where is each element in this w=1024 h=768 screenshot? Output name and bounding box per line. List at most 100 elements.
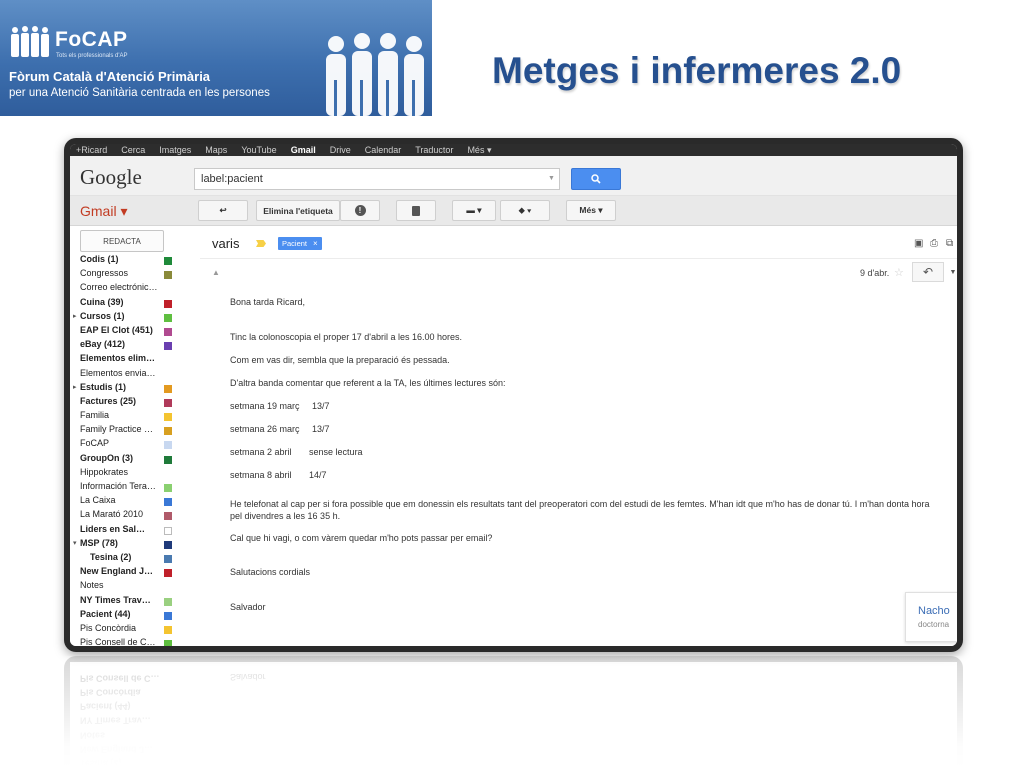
label-color-swatch[interactable] <box>164 327 172 336</box>
topbar-link[interactable]: Drive <box>330 145 351 155</box>
more-actions-button[interactable]: Més ▾ <box>566 200 616 221</box>
label-name: New England J… <box>80 566 154 577</box>
label-name: GroupOn (3) <box>80 452 133 463</box>
label-name: Factures (25) <box>80 395 137 406</box>
gmail-app-menu[interactable]: Gmail ▾ <box>80 203 127 220</box>
labels-button[interactable]: ⬥ ▾ <box>500 200 550 221</box>
label-color-swatch[interactable] <box>164 427 172 436</box>
star-icon[interactable]: ☆ <box>894 266 904 279</box>
important-marker-icon[interactable] <box>256 240 266 247</box>
label-color-swatch[interactable] <box>164 554 172 563</box>
delete-button[interactable] <box>396 200 436 221</box>
reply-button[interactable]: ↶ <box>912 262 944 282</box>
slide-title: Metges i infermeres 2.0 <box>492 50 902 91</box>
sidebar-label-item[interactable]: Congressos <box>70 268 190 282</box>
label-color-swatch[interactable] <box>164 342 172 351</box>
sidebar-label-item[interactable]: Tesina (2) <box>70 552 190 566</box>
chat-popup[interactable]: Nacho doctorna <box>905 592 957 642</box>
message-line: Com em vas dir, sembla que la preparació… <box>230 355 450 365</box>
expand-arrow-icon[interactable]: ▾ <box>73 539 77 547</box>
sidebar-label-item[interactable]: La Caixa <box>70 495 190 509</box>
topbar-link[interactable]: Calendar <box>365 145 402 155</box>
sidebar-label-item[interactable]: Hippokrates <box>70 467 190 481</box>
label-color-swatch[interactable] <box>164 540 172 549</box>
label-color-swatch[interactable] <box>164 597 172 606</box>
label-color-swatch[interactable] <box>164 640 172 646</box>
topbar-link[interactable]: Maps <box>205 145 227 155</box>
label-color-swatch[interactable] <box>164 299 172 308</box>
label-color-swatch[interactable] <box>164 512 172 521</box>
label-color-swatch[interactable] <box>164 271 172 280</box>
sidebar-label-item[interactable]: La Marató 2010 <box>70 509 190 523</box>
sidebar-label-item[interactable]: Codis (1) <box>70 254 190 268</box>
chat-contact-name: Nacho <box>918 605 950 617</box>
sidebar-label-item[interactable]: Liders en Sal… <box>70 524 190 538</box>
remove-label-button[interactable]: Elimina l'etiqueta <box>256 200 340 221</box>
label-color-swatch[interactable] <box>164 384 172 393</box>
label-color-swatch[interactable] <box>164 313 172 322</box>
reflection-screen: Tesina (2) New England J… Notes NY Times Tr… <box>70 662 957 768</box>
search-input[interactable] <box>194 168 560 190</box>
topbar-link[interactable]: Cerca <box>121 145 145 155</box>
topbar-link[interactable]: +Ricard <box>76 145 107 155</box>
sidebar-label-item[interactable]: FoCAP <box>70 438 190 452</box>
label-color-swatch[interactable] <box>164 257 172 265</box>
expand-arrow-icon[interactable]: ▸ <box>73 383 77 391</box>
sidebar-label-item[interactable]: Elementos elim… <box>70 353 190 367</box>
sidebar-label-item[interactable]: Pacient (44) <box>70 609 190 623</box>
sidebar-label-item[interactable]: Factures (25) <box>70 396 190 410</box>
label-color-swatch[interactable] <box>164 441 172 450</box>
sidebar-label-item[interactable]: Cuina (39) <box>70 297 190 311</box>
label-color-swatch[interactable] <box>164 455 172 464</box>
sidebar-label-item[interactable]: ▾ MSP (78) <box>70 538 190 552</box>
google-logo[interactable]: Google <box>80 165 142 190</box>
topbar-link[interactable]: YouTube <box>241 145 276 155</box>
label-color-swatch[interactable] <box>164 413 172 422</box>
remove-label-close-icon[interactable]: × <box>313 239 318 248</box>
label-color-swatch[interactable] <box>164 484 172 492</box>
sidebar-label-item[interactable]: Familia <box>70 410 190 424</box>
reflection-label: Pis Consell de C… <box>80 672 160 683</box>
sidebar-label-item[interactable]: ▸ Estudis (1) <box>70 382 190 396</box>
topbar-link[interactable]: Més ▾ <box>467 145 491 156</box>
sidebar-label-item[interactable]: Información Tera… <box>70 481 190 495</box>
move-to-button[interactable]: ▬ ▾ <box>452 200 496 221</box>
reflection-fade <box>64 656 963 768</box>
sidebar-label-item[interactable]: Elementos envia… <box>70 368 190 382</box>
new-window-icon[interactable]: ⧉ <box>946 239 956 249</box>
label-color-swatch[interactable] <box>164 398 172 407</box>
topbar-link[interactable]: Traductor <box>415 145 453 155</box>
sidebar-label-item[interactable]: eBay (412) <box>70 339 190 353</box>
sidebar-label-item[interactable]: Pis Concòrdia <box>70 623 190 637</box>
label-color-swatch[interactable] <box>164 498 172 507</box>
label-color-swatch[interactable] <box>164 569 172 578</box>
search-button[interactable] <box>571 168 621 190</box>
archive-icon[interactable]: ▣ <box>914 239 924 249</box>
sidebar-label-item[interactable]: EAP El Clot (451) <box>70 325 190 339</box>
message-more-button[interactable]: ▼ <box>946 262 957 282</box>
sidebar-label-item[interactable]: Correo electrónic… <box>70 282 190 296</box>
label-color-swatch[interactable] <box>164 526 172 535</box>
label-color-swatch[interactable] <box>164 611 172 620</box>
header-divider <box>200 258 957 259</box>
compose-button[interactable]: REDACTA <box>80 230 164 252</box>
sidebar-label-item[interactable]: NY Times Trav… <box>70 595 190 609</box>
search-options-arrow-icon[interactable]: ▼ <box>548 175 555 182</box>
topbar-link[interactable]: Gmail <box>291 145 316 155</box>
label-chip[interactable]: Pacient × <box>278 237 322 250</box>
sidebar-label-item[interactable]: Notes <box>70 580 190 594</box>
sidebar-label-item[interactable]: Family Practice … <box>70 424 190 438</box>
sidebar-label-item[interactable]: ▸ Cursos (1) <box>70 311 190 325</box>
print-icon[interactable]: ⎙ <box>930 239 940 249</box>
collapse-sender-icon[interactable]: ▲ <box>212 268 220 277</box>
report-spam-button[interactable]: ! <box>340 200 380 221</box>
topbar-link[interactable]: Imatges <box>159 145 191 155</box>
expand-arrow-icon[interactable]: ▸ <box>73 312 77 320</box>
reflection-label: Notes <box>80 729 106 740</box>
sidebar-label-item[interactable]: New England J… <box>70 566 190 580</box>
message-line: setmana 19 març 13/7 <box>230 401 330 411</box>
sidebar-label-item[interactable]: Pis Consell de C… <box>70 637 190 646</box>
back-button[interactable]: ↩ <box>198 200 248 221</box>
sidebar-label-item[interactable]: GroupOn (3) <box>70 453 190 467</box>
label-color-swatch[interactable] <box>164 625 172 634</box>
